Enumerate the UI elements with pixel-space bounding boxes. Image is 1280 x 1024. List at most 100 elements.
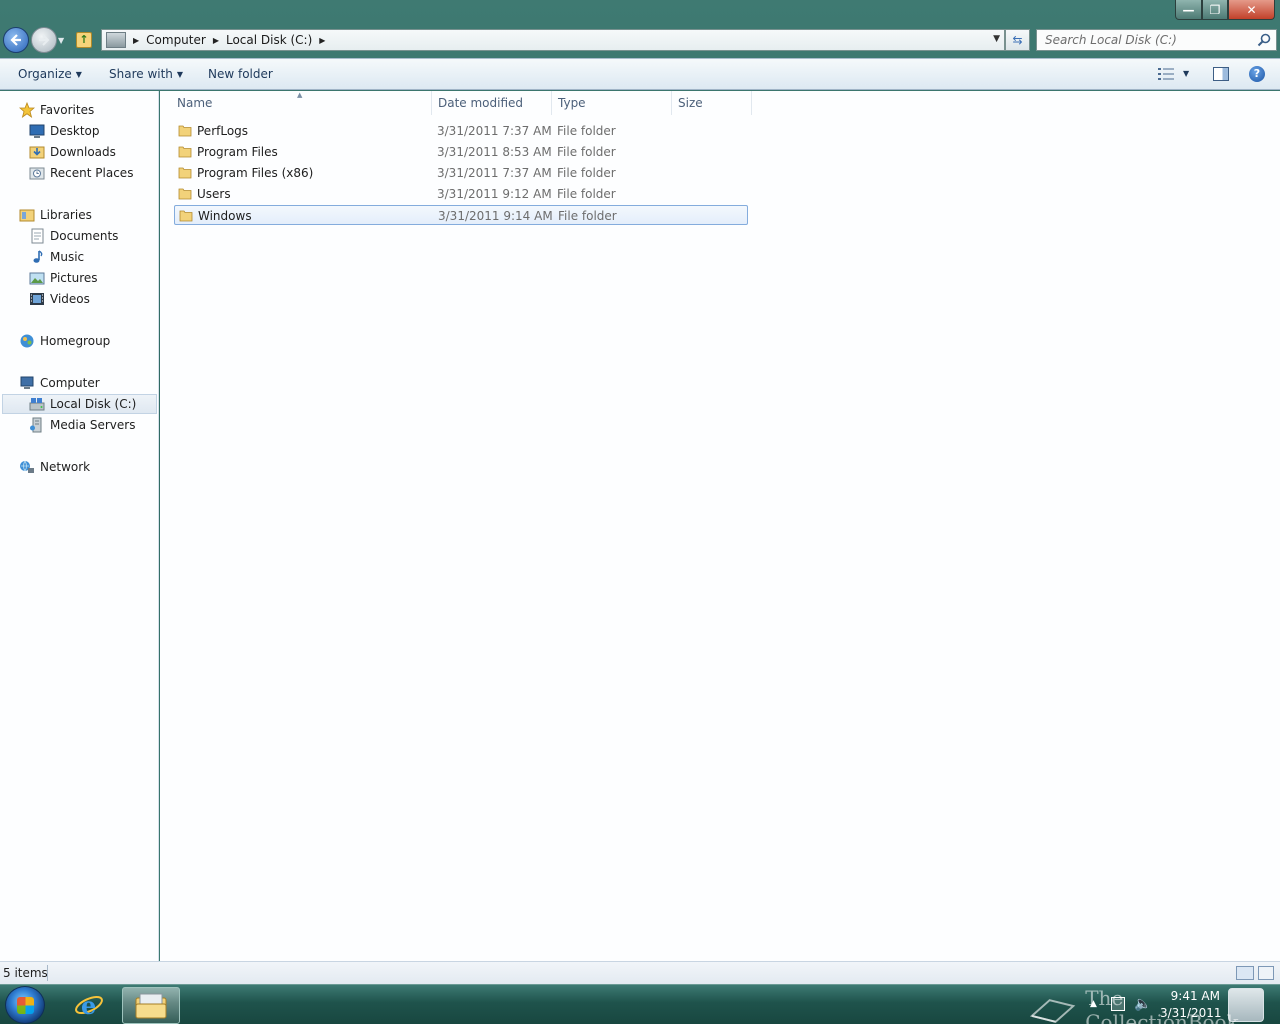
maximize-button[interactable]: ❐ (1202, 0, 1228, 20)
show-desktop-button[interactable] (1228, 988, 1264, 1022)
file-type: File folder (557, 124, 616, 138)
views-dropdown-icon[interactable]: ▼ (1183, 69, 1189, 78)
close-button[interactable]: ✕ (1228, 0, 1275, 20)
computer-icon (106, 32, 126, 48)
sidebar-item-computer[interactable]: Computer (19, 373, 100, 393)
chevron-right-icon[interactable]: ▶ (133, 36, 139, 45)
windows-explorer-taskbar-button[interactable] (122, 987, 180, 1024)
status-bar: 5 items (0, 961, 1280, 984)
folder-icon (178, 146, 192, 158)
sidebar-item-network[interactable]: Network (19, 457, 90, 477)
column-header-type[interactable]: Type (552, 95, 671, 115)
sidebar-item-libraries[interactable]: Libraries (19, 205, 92, 225)
large-icons-view-icon[interactable] (1258, 966, 1274, 980)
sidebar-item-documents[interactable]: Documents (29, 226, 118, 246)
sidebar-item-label: Computer (40, 376, 100, 390)
file-date-modified: 3/31/2011 9:14 AM (438, 209, 553, 223)
sort-ascending-icon: ▲ (297, 91, 303, 99)
chevron-down-icon: ▼ (75, 70, 82, 79)
file-name: Windows (198, 209, 252, 223)
status-divider (47, 965, 48, 981)
sidebar-item-label: Media Servers (50, 418, 136, 432)
sidebar-item-media-servers[interactable]: Media Servers (29, 415, 135, 435)
back-arrow-icon (10, 34, 21, 46)
table-row[interactable]: Program Files (x86) 3/31/2011 7:37 AM Fi… (174, 163, 748, 183)
breadcrumb-computer[interactable]: Computer (146, 33, 206, 47)
sidebar-item-downloads[interactable]: Downloads (29, 142, 116, 162)
sidebar-item-pictures[interactable]: Pictures (29, 268, 98, 288)
show-hidden-icons-icon[interactable]: ▲ (1090, 999, 1097, 1009)
search-input[interactable] (1037, 30, 1247, 50)
table-row[interactable]: Program Files 3/31/2011 8:53 AM File fol… (174, 142, 748, 162)
start-button[interactable] (5, 986, 45, 1024)
sidebar-item-favorites[interactable]: Favorites (19, 100, 94, 120)
minimize-button[interactable]: — (1175, 0, 1202, 20)
chevron-right-icon[interactable]: ▶ (319, 36, 325, 45)
sidebar-item-local-disk[interactable]: Local Disk (C:) (2, 394, 157, 414)
network-status-icon[interactable] (1111, 997, 1125, 1011)
file-list-pane: Name ▲ Date modified Type Size PerfLogs … (160, 91, 1280, 961)
up-folder-icon[interactable]: ↑ (76, 32, 92, 48)
videos-icon (30, 293, 44, 305)
item-count: 5 items (3, 966, 48, 980)
new-folder-label: New folder (208, 67, 273, 81)
forward-button[interactable] (31, 27, 57, 53)
column-header-size[interactable]: Size (672, 95, 751, 115)
address-bar[interactable]: ▶ Computer ▶ Local Disk (C:) ▶ ▼ (101, 29, 1005, 51)
change-view-icon[interactable] (1158, 68, 1174, 80)
clock-time[interactable]: 9:41 AM (1164, 989, 1220, 1003)
details-view-icon[interactable] (1236, 966, 1254, 980)
file-type: File folder (557, 187, 616, 201)
command-bar: Organize ▼ Share with ▼ New folder ▼ ? (0, 58, 1280, 90)
file-date-modified: 3/31/2011 7:37 AM (437, 166, 552, 180)
address-history-dropdown-icon[interactable]: ▼ (993, 34, 1000, 44)
navigation-row: ▼ ↑ ▶ Computer ▶ Local Disk (C:) ▶ ▼ ⇆ (0, 24, 1280, 56)
computer-icon (20, 376, 34, 389)
table-row[interactable]: PerfLogs 3/31/2011 7:37 AM File folder (174, 121, 748, 141)
notification-area: ▲ 🔈 9:41 AM 3/31/2011 (1086, 985, 1226, 1024)
windows-logo-icon (17, 997, 34, 1014)
desktop-icon (29, 124, 45, 138)
clock-date[interactable]: 3/31/2011 (1160, 1006, 1222, 1020)
star-icon (19, 102, 35, 118)
table-row[interactable]: Users 3/31/2011 9:12 AM File folder (174, 184, 748, 204)
sidebar-item-homegroup[interactable]: Homegroup (19, 331, 110, 351)
preview-pane-icon[interactable] (1213, 67, 1229, 81)
search-box[interactable] (1036, 29, 1277, 51)
sidebar-item-label: Desktop (50, 124, 100, 138)
help-icon[interactable]: ? (1249, 66, 1265, 82)
sidebar-item-label: Videos (50, 292, 90, 306)
column-header-date-modified[interactable]: Date modified (432, 95, 551, 115)
internet-explorer-icon: e (75, 991, 103, 1020)
column-divider[interactable] (751, 91, 752, 115)
file-name: Program Files (x86) (197, 166, 314, 180)
file-type: File folder (558, 209, 617, 223)
back-button[interactable] (3, 27, 29, 53)
media-servers-icon (30, 417, 42, 433)
file-type: File folder (557, 145, 616, 159)
sidebar-item-label: Network (40, 460, 91, 474)
breadcrumb-local-disk[interactable]: Local Disk (C:) (226, 33, 312, 47)
internet-explorer-taskbar-button[interactable]: e (72, 988, 106, 1022)
homegroup-icon (20, 334, 34, 348)
sidebar-item-music[interactable]: Music (29, 247, 84, 267)
sidebar-item-recent-places[interactable]: Recent Places (29, 163, 133, 183)
libraries-icon (19, 209, 35, 222)
sidebar-item-videos[interactable]: Videos (29, 289, 90, 309)
recent-places-icon (29, 167, 45, 180)
volume-icon[interactable]: 🔈 (1134, 996, 1151, 1012)
organize-button[interactable]: Organize ▼ (18, 67, 82, 81)
folder-icon (178, 188, 192, 200)
search-icon[interactable] (1257, 33, 1271, 47)
chevron-right-icon[interactable]: ▶ (213, 36, 219, 45)
folder-icon (178, 125, 192, 137)
recent-pages-dropdown-icon[interactable]: ▼ (58, 36, 64, 45)
file-date-modified: 3/31/2011 9:12 AM (437, 187, 552, 201)
table-row-selected[interactable]: Windows 3/31/2011 9:14 AM File folder (174, 205, 748, 225)
sidebar-item-desktop[interactable]: Desktop (29, 121, 100, 141)
sidebar-item-label: Documents (50, 229, 119, 243)
new-folder-button[interactable]: New folder (208, 67, 273, 81)
share-with-button[interactable]: Share with ▼ (109, 67, 183, 81)
file-type: File folder (557, 166, 616, 180)
refresh-button[interactable]: ⇆ (1005, 29, 1030, 51)
